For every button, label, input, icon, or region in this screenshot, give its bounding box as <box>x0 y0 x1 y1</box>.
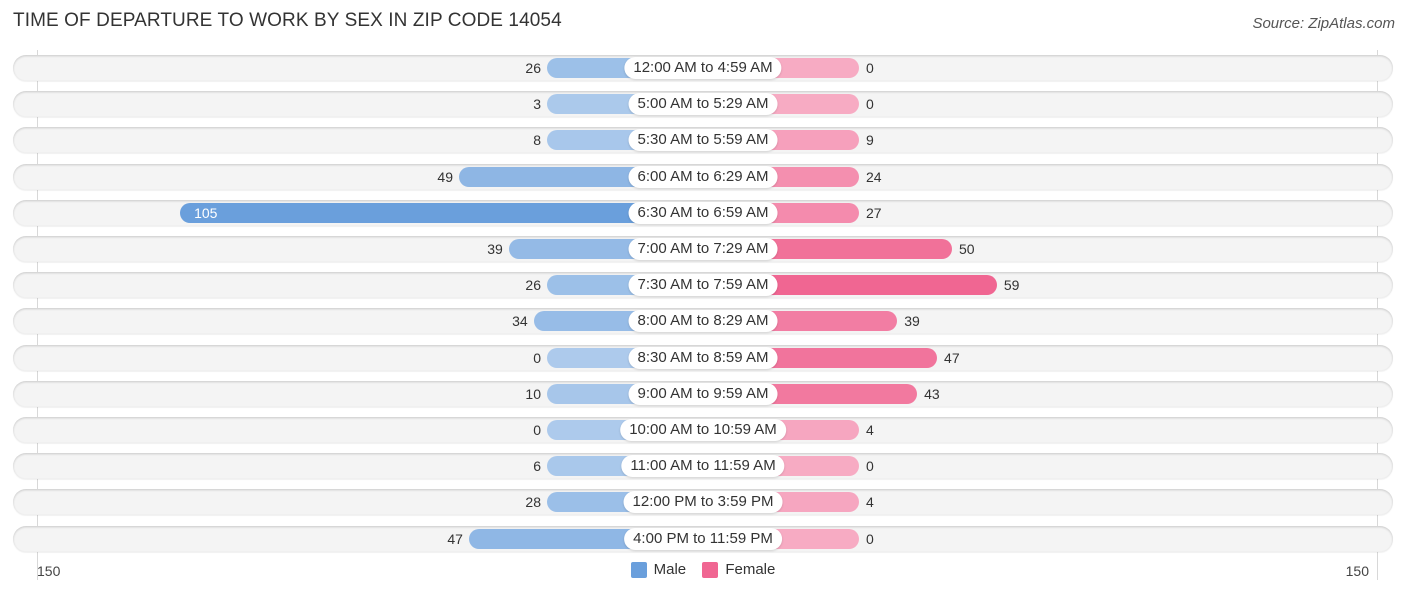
value-label-male: 10 <box>525 385 541 402</box>
category-label: 6:30 AM to 6:59 AM <box>628 201 778 224</box>
value-label-male: 6 <box>533 458 541 475</box>
value-label-female: 0 <box>866 530 874 547</box>
category-label: 5:30 AM to 5:59 AM <box>628 129 778 152</box>
legend-label-female: Female <box>725 561 776 578</box>
value-label-male: 0 <box>533 422 541 438</box>
category-label: 5:00 AM to 5:29 AM <box>628 93 778 116</box>
value-label-male: 47 <box>447 530 463 547</box>
legend: Male Female <box>0 561 1406 582</box>
value-label-female: 4 <box>866 422 874 438</box>
value-label-female: 0 <box>866 60 874 76</box>
category-label: 9:00 AM to 9:59 AM <box>628 382 778 405</box>
value-label-male: 3 <box>533 96 541 113</box>
butterfly-chart: 12:00 AM to 4:59 AM 26 0 5:00 AM to 5:29 AM… <box>0 0 1406 594</box>
legend-item-male: Male <box>630 561 687 578</box>
category-label: 10:00 AM to 10:59 AM <box>620 419 786 441</box>
legend-swatch-male <box>630 561 647 578</box>
value-label-male: 34 <box>512 313 528 330</box>
value-label-female: 27 <box>866 204 882 221</box>
bar-male <box>180 202 703 223</box>
value-label-male: 49 <box>437 168 453 185</box>
legend-swatch-female <box>702 561 719 578</box>
category-label: 6:00 AM to 6:29 AM <box>628 165 778 188</box>
legend-label-male: Male <box>653 561 687 578</box>
value-label-male: 0 <box>533 349 541 366</box>
category-label: 7:30 AM to 7:59 AM <box>628 274 778 297</box>
category-label: 7:00 AM to 7:29 AM <box>628 238 778 260</box>
value-label-male: 105 <box>194 204 218 221</box>
legend-item-female: Female <box>702 561 775 578</box>
value-label-male: 28 <box>525 494 541 511</box>
value-label-male: 8 <box>533 132 541 149</box>
value-label-female: 39 <box>904 313 920 330</box>
value-label-female: 0 <box>866 458 874 475</box>
value-label-female: 50 <box>959 241 975 257</box>
category-label: 12:00 PM to 3:59 PM <box>623 491 783 514</box>
value-label-female: 4 <box>866 494 874 511</box>
value-label-male: 39 <box>487 241 503 257</box>
value-label-male: 26 <box>525 277 541 294</box>
value-label-female: 9 <box>866 132 874 149</box>
value-label-male: 26 <box>525 60 541 76</box>
category-label: 11:00 AM to 11:59 AM <box>621 455 785 478</box>
category-label: 4:00 PM to 11:59 PM <box>624 527 782 550</box>
value-label-female: 24 <box>866 168 882 185</box>
value-label-female: 47 <box>944 349 960 366</box>
category-label: 12:00 AM to 4:59 AM <box>624 57 782 79</box>
value-label-female: 59 <box>1003 277 1020 294</box>
category-label: 8:00 AM to 8:29 AM <box>628 310 778 333</box>
category-label: 8:30 AM to 8:59 AM <box>628 346 778 369</box>
value-label-female: 43 <box>924 385 940 402</box>
value-label-female: 0 <box>866 96 874 113</box>
